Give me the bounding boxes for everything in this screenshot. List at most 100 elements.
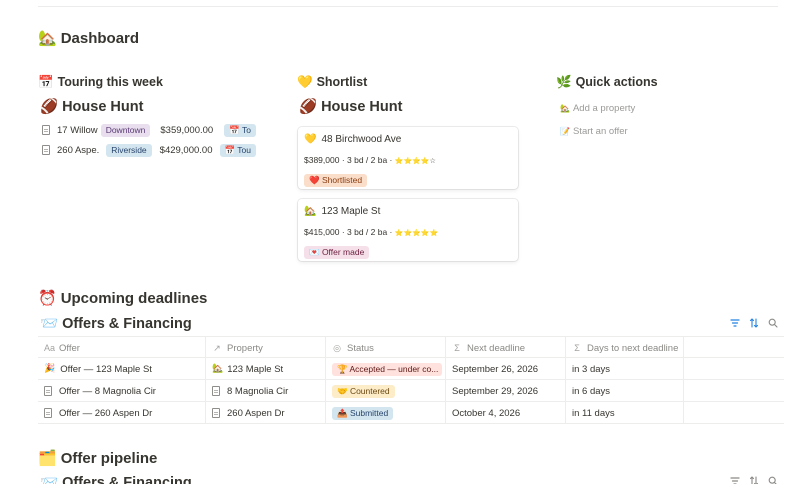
days-cell: in 11 days <box>566 402 684 424</box>
offer-cell[interactable]: 🎉 Offer — 123 Maple St <box>38 358 206 380</box>
pipeline-db-title-text: Offers & Financing <box>62 474 192 484</box>
empty-cell <box>684 380 784 402</box>
touring-heading-text: Touring this week <box>57 75 163 89</box>
property-name: 17 Willow ... <box>57 124 99 136</box>
gallery-card[interactable]: 🏡 123 Maple St $415,000 · 3 bd / 2 ba · … <box>298 199 518 261</box>
herb-icon: 🌿 <box>556 74 572 89</box>
property-cell[interactable]: 🏡 123 Maple St <box>206 358 326 380</box>
filter-icon[interactable] <box>730 476 740 484</box>
days-cell: in 6 days <box>566 380 684 402</box>
card-status: ❤️ Shortlisted <box>304 170 368 188</box>
search-icon[interactable] <box>768 318 778 328</box>
days-remaining: in 11 days <box>572 407 615 419</box>
deadline-date: October 4, 2026 <box>452 407 521 419</box>
sort-icon[interactable] <box>749 476 759 484</box>
filter-icon[interactable] <box>730 318 740 328</box>
house-icon: 🏡 <box>304 206 317 217</box>
days-remaining: in 6 days <box>572 385 611 397</box>
column-label: Status <box>347 342 374 354</box>
start-offer-button[interactable]: 📝 Start an offer <box>560 126 628 137</box>
card-index-icon: 🗂️ <box>38 449 57 467</box>
empty-cell <box>684 402 784 424</box>
status-cell[interactable]: 🤝 Countered <box>326 380 446 402</box>
yellow-heart-icon: 💛 <box>297 74 313 89</box>
column-label: Days to next deadline <box>587 342 679 354</box>
table-row[interactable]: 🎉 Offer — 123 Maple St 🏡 123 Maple St 🏆 Ac… <box>38 358 784 380</box>
offer-cell[interactable]: Offer — 8 Magnolia Cir <box>38 380 206 402</box>
status-badge: 💌 Offer made <box>304 246 370 259</box>
gallery-card[interactable]: 💛 48 Birchwood Ave $389,000 · 3 bd / 2 b… <box>298 127 518 189</box>
quick-actions-heading: 🌿 Quick actions <box>556 74 658 90</box>
column-label: Offer <box>59 342 80 354</box>
column-header-offer[interactable]: Aa Offer <box>38 337 206 359</box>
deadlines-heading-text: Upcoming deadlines <box>60 289 208 307</box>
top-divider <box>38 6 778 7</box>
house-icon: 🏡 <box>38 29 57 47</box>
card-status: 💌 Offer made <box>304 242 370 260</box>
title-property-icon: Aa <box>44 343 56 353</box>
alarm-clock-icon: ⏰ <box>38 289 57 307</box>
search-icon[interactable] <box>768 476 778 484</box>
pipeline-toolbar <box>730 476 778 484</box>
yellow-heart-icon: 💛 <box>304 134 317 145</box>
touring-db-title[interactable]: 🏈 House Hunt <box>40 98 143 116</box>
formula-icon: Σ <box>574 343 580 353</box>
deadline-date: September 29, 2026 <box>452 385 539 397</box>
house-icon: 🏡 <box>560 104 570 113</box>
card-title-text: 123 Maple St <box>321 206 381 217</box>
status-cell[interactable]: 📤 Submitted <box>326 402 446 424</box>
page-icon <box>44 386 52 396</box>
add-property-label: Add a property <box>572 103 636 114</box>
table-row[interactable]: Offer — 260 Aspen Dr 260 Aspen Dr 📤 Subm… <box>38 402 784 424</box>
sort-icon[interactable] <box>749 318 759 328</box>
page-icon <box>212 408 220 418</box>
offer-name: Offer — 260 Aspen Dr <box>59 407 153 419</box>
column-header-days[interactable]: Σ Days to next deadline <box>566 337 684 359</box>
card-meta-text: $389,000 · 3 bd / 2 ba · <box>304 155 395 165</box>
offers-db-title[interactable]: 📨 Offers & Financing <box>40 315 192 333</box>
status-badge: 🤝 Countered <box>332 384 395 398</box>
shortlist-db-title-text: House Hunt <box>321 98 403 115</box>
table-row[interactable]: Offer — 8 Magnolia Cir 8 Magnolia Cir 🤝 … <box>38 380 784 402</box>
list-item[interactable]: 260 Aspe... Riverside $429,000.00 📅 Tou <box>42 139 256 161</box>
offers-db-title-text: Offers & Financing <box>62 315 192 332</box>
page-icon <box>212 386 220 396</box>
pipeline-db-title[interactable]: 📨 Offers & Financing <box>40 474 192 484</box>
pipeline-heading-text: Offer pipeline <box>60 449 158 467</box>
empty-cell <box>684 358 784 380</box>
calendar-icon: 📅 <box>38 74 54 89</box>
quick-actions-heading-text: Quick actions <box>575 75 658 89</box>
page-icon <box>42 145 50 155</box>
party-icon: 🎉 <box>44 364 56 374</box>
tour-date-tag: 📅 Tou <box>219 143 256 157</box>
table-toolbar <box>730 318 778 328</box>
column-header-next-deadline[interactable]: Σ Next deadline <box>446 337 566 359</box>
status-cell[interactable]: 🏆 Accepted — under co... <box>326 358 446 380</box>
card-title: 🏡 123 Maple St <box>304 206 380 217</box>
table-header-row: Aa Offer ↗ Property ◎ Status Σ Next deadline… <box>38 336 784 359</box>
deadlines-heading: ⏰ Upcoming deadlines <box>38 289 207 307</box>
star-rating-icon: ⭐⭐⭐⭐⭐ <box>394 229 439 237</box>
offer-name: Offer — 8 Magnolia Cir <box>59 385 156 397</box>
status-badge: 📤 Submitted <box>332 406 394 420</box>
shortlist-db-title[interactable]: 🏈 House Hunt <box>299 98 403 116</box>
status-property-icon: ◎ <box>333 342 341 353</box>
page-title-text: Dashboard <box>60 29 140 47</box>
house-icon: 🏡 <box>212 364 224 374</box>
card-title: 💛 48 Birchwood Ave <box>304 134 401 145</box>
list-item[interactable]: 17 Willow ... Downtown $359,000.00 📅 To <box>42 119 256 141</box>
formula-icon: Σ <box>454 343 460 353</box>
offer-cell[interactable]: Offer — 260 Aspen Dr <box>38 402 206 424</box>
property-cell[interactable]: 8 Magnolia Cir <box>206 380 326 402</box>
card-meta: $415,000 · 3 bd / 2 ba · ⭐⭐⭐⭐⭐ <box>304 227 438 237</box>
days-cell: in 3 days <box>566 358 684 380</box>
column-header-status[interactable]: ◎ Status <box>326 337 446 359</box>
envelope-icon: 📨 <box>40 475 59 484</box>
property-cell[interactable]: 260 Aspen Dr <box>206 402 326 424</box>
column-label: Next deadline <box>467 342 526 354</box>
status-badge: ❤️ Shortlisted <box>304 174 368 187</box>
add-property-button[interactable]: 🏡 Add a property <box>560 103 635 114</box>
property-name: 123 Maple St <box>227 363 284 375</box>
deadline-cell: September 29, 2026 <box>446 380 566 402</box>
column-header-property[interactable]: ↗ Property <box>206 337 326 359</box>
